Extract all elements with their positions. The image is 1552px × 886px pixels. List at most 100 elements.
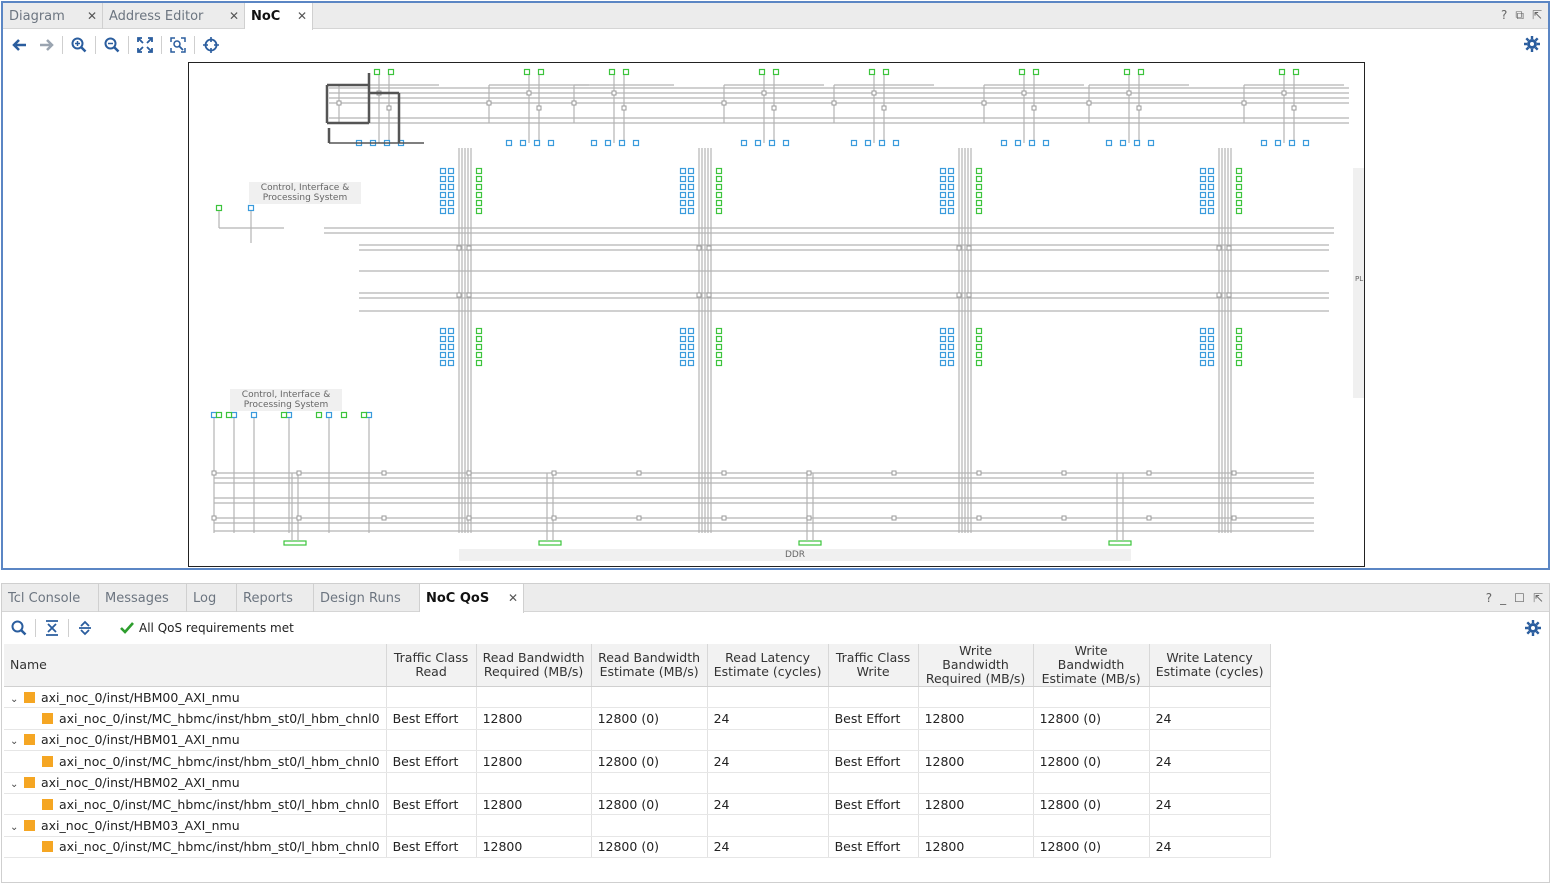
nsu-port[interactable] [1207,167,1215,175]
nsu-port[interactable] [1199,343,1207,351]
nmu-port[interactable] [475,351,483,359]
noc-switch[interactable] [1291,105,1297,111]
nmu-port[interactable] [475,327,483,335]
noc-switch[interactable] [381,515,387,521]
close-icon[interactable]: ✕ [297,9,307,23]
noc-switch[interactable] [1146,515,1152,521]
noc-switch[interactable] [721,515,727,521]
col-write-bw-estimate[interactable]: Write Bandwidth Estimate (MB/s) [1033,644,1150,687]
hbm-nmu-port[interactable] [1123,68,1131,76]
nsu-port[interactable] [439,175,447,183]
nmu-port[interactable] [1235,335,1243,343]
nmu-port[interactable] [975,359,983,367]
nmu-port[interactable] [1235,191,1243,199]
zoom-area-icon[interactable] [165,32,191,58]
table-row[interactable]: axi_noc_0/inst/MC_hbmc/inst/hbm_st0/l_hb… [4,836,1271,859]
zoom-out-icon[interactable] [99,32,125,58]
gear-icon[interactable] [1524,36,1540,55]
noc-switch[interactable] [386,105,392,111]
float-icon[interactable]: ⇱ [1533,591,1543,605]
table-row-group[interactable]: ⌄ axi_noc_0/inst/HBM01_AXI_nmu [4,729,1271,752]
hbm-nmu-port[interactable] [608,68,616,76]
nsu-port[interactable] [447,335,455,343]
col-name[interactable]: Name [4,644,387,687]
nmu-port[interactable] [475,191,483,199]
cips-port[interactable] [250,411,258,419]
nmu-port[interactable] [975,207,983,215]
nsu-port[interactable] [1199,199,1207,207]
cips-port[interactable] [285,411,293,419]
nsu-port[interactable] [679,167,687,175]
nmu-port[interactable] [715,175,723,183]
nmu-port[interactable] [975,175,983,183]
noc-switch[interactable] [771,105,777,111]
tab-diagram[interactable]: Diagram ✕ [3,3,103,29]
noc-switch[interactable] [636,470,642,476]
help-icon[interactable]: ? [1486,591,1492,605]
hbm-nmu-port[interactable] [537,68,545,76]
noc-switch[interactable] [211,470,217,476]
nsu-port[interactable] [939,343,947,351]
zoom-fit-icon[interactable] [132,32,158,58]
nsu-port[interactable] [939,167,947,175]
nsu-port[interactable] [679,327,687,335]
tab-design-runs[interactable]: Design Runs [314,584,420,612]
noc-switch[interactable] [381,470,387,476]
nsu-port[interactable] [687,335,695,343]
noc-switch[interactable] [1086,100,1092,106]
col-write-latency[interactable]: Write Latency Estimate (cycles) [1149,644,1271,687]
noc-switch[interactable] [466,515,472,521]
col-traffic-class-write[interactable]: Traffic Class Write [828,644,919,687]
noc-switch[interactable] [1231,515,1237,521]
nsu-port[interactable] [1199,175,1207,183]
zoom-in-icon[interactable] [66,32,92,58]
noc-switch[interactable] [636,515,642,521]
noc-switch[interactable] [211,515,217,521]
chevron-down-icon[interactable]: ⌄ [10,694,24,705]
col-read-latency[interactable]: Read Latency Estimate (cycles) [707,644,829,687]
table-row[interactable]: axi_noc_0/inst/MC_hbmc/inst/hbm_st0/l_hb… [4,793,1271,816]
nsu-port[interactable] [679,335,687,343]
nmu-port[interactable] [715,335,723,343]
nsu-port[interactable] [447,191,455,199]
nmu-port[interactable] [715,343,723,351]
noc-switch[interactable] [696,245,702,251]
noc-switch[interactable] [466,245,472,251]
table-row[interactable]: axi_noc_0/inst/MC_hbmc/inst/hbm_st0/l_hb… [4,707,1271,730]
cips-port[interactable] [365,411,373,419]
cips-port[interactable] [225,411,233,419]
nsu-port[interactable] [679,191,687,199]
nsu-port[interactable] [1199,327,1207,335]
expand-all-icon[interactable] [72,615,98,641]
noc-switch[interactable] [981,100,987,106]
nsu-port[interactable] [947,167,955,175]
nmu-port[interactable] [975,191,983,199]
forward-arrow-icon[interactable] [33,32,59,58]
chevron-down-icon[interactable]: ⌄ [10,822,24,833]
ddr-port[interactable] [538,540,562,546]
nsu-port[interactable] [439,167,447,175]
hbm-port[interactable] [1000,139,1008,147]
nsu-port[interactable] [939,175,947,183]
nsu-port[interactable] [939,191,947,199]
chevron-down-icon[interactable]: ⌄ [10,736,24,747]
nmu-port[interactable] [975,327,983,335]
center-icon[interactable] [198,32,224,58]
nmu-port[interactable] [1235,199,1243,207]
nsu-port[interactable] [947,351,955,359]
table-row[interactable]: axi_noc_0/inst/MC_hbmc/inst/hbm_st0/l_hb… [4,750,1271,773]
hbm-port[interactable] [1302,139,1310,147]
nsu-port[interactable] [947,327,955,335]
nsu-port[interactable] [947,191,955,199]
col-write-bw-required[interactable]: Write Bandwidth Required (MB/s) [918,644,1034,687]
nmu-port[interactable] [1235,175,1243,183]
cips-port[interactable] [215,204,223,212]
cips-port[interactable] [230,411,238,419]
nsu-port[interactable] [439,359,447,367]
noc-switch[interactable] [871,90,877,96]
ddr-port[interactable] [1108,540,1132,546]
nsu-port[interactable] [1199,183,1207,191]
noc-switch[interactable] [1146,470,1152,476]
nsu-port[interactable] [1207,191,1215,199]
noc-switch[interactable] [551,470,557,476]
